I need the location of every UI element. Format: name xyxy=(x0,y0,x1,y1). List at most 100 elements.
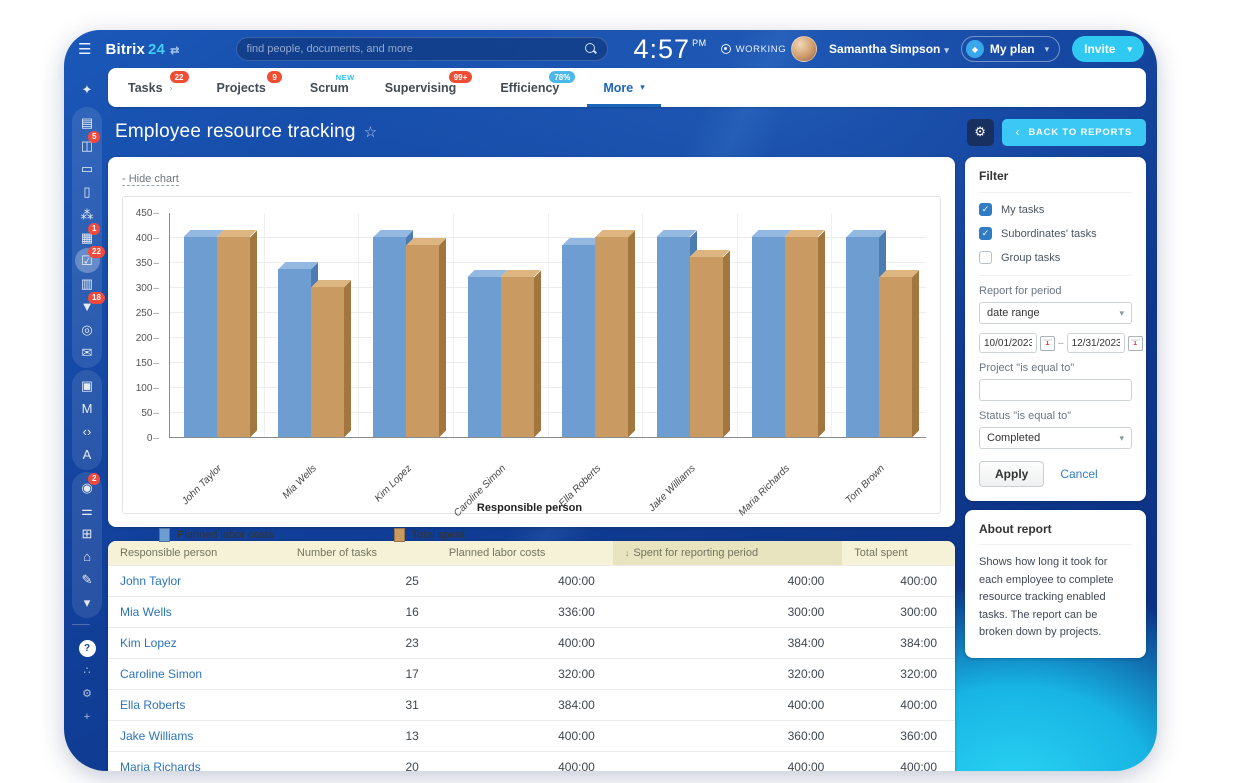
sidebar-item-developer-icon[interactable]: ‹› xyxy=(74,420,100,443)
tab-efficiency[interactable]: Efficiency78% xyxy=(500,68,559,107)
responsible-person-link[interactable]: Ella Roberts xyxy=(108,690,285,721)
tab-scrum[interactable]: ScrumNEW xyxy=(310,68,349,107)
chevron-right-icon: › xyxy=(170,83,173,93)
legend-label: Planned labor costs xyxy=(177,529,274,541)
bar-total-spent-mia-wells[interactable] xyxy=(311,287,344,437)
sidebar-item-messenger-icon[interactable]: ◫5 xyxy=(74,134,100,157)
sidebar-item-migration-icon[interactable]: M xyxy=(74,397,100,420)
bar-total-spent-ella-roberts[interactable] xyxy=(595,237,628,437)
developer-icon: ‹› xyxy=(83,425,92,438)
bar-planned-labor-costs-jake-williams[interactable] xyxy=(657,237,690,437)
bar-planned-labor-costs-ella-roberts[interactable] xyxy=(562,245,595,437)
column-header-responsible-person[interactable]: Responsible person xyxy=(108,541,285,566)
bar-total-spent-john-taylor[interactable] xyxy=(217,237,250,437)
bar-total-spent-kim-lopez[interactable] xyxy=(406,245,439,437)
tab-new-label: NEW xyxy=(336,73,355,82)
bar-planned-labor-costs-john-taylor[interactable] xyxy=(184,237,217,437)
filter-checkbox-group-tasks[interactable]: Group tasks xyxy=(979,251,1132,264)
responsible-person-link[interactable]: Mia Wells xyxy=(108,597,285,628)
sidebar-item-sign-icon[interactable]: ✎ xyxy=(74,568,100,591)
sidebar-item-sitemap-icon[interactable]: ∴ xyxy=(74,660,100,683)
sitemap-icon: ∴ xyxy=(84,666,91,677)
search-icon[interactable] xyxy=(585,43,597,55)
sidebar-item-settings-icon[interactable]: ⚙ xyxy=(74,683,100,706)
responsible-person-link[interactable]: John Taylor xyxy=(108,566,285,597)
tab-more[interactable]: More▾ xyxy=(603,68,644,107)
bar-total-spent-tom-brown[interactable] xyxy=(879,277,912,437)
sidebar-item-automation-letter-icon[interactable]: A xyxy=(74,443,100,466)
sidebar-item-store-icon[interactable]: ⌂ xyxy=(74,545,100,568)
status-select[interactable]: Completed▾ xyxy=(979,427,1132,449)
automation-letter-icon: A xyxy=(83,448,92,461)
bar-planned-labor-costs-mia-wells[interactable] xyxy=(278,269,311,437)
user-name[interactable]: Samantha Simpson▾ xyxy=(829,42,949,56)
tab-projects[interactable]: Projects9 xyxy=(217,68,266,107)
hamburger-menu-icon[interactable]: ☰ xyxy=(78,40,91,58)
period-select[interactable]: date range▾ xyxy=(979,302,1132,324)
cell-value: 400:00 xyxy=(437,566,613,597)
date-to-input[interactable] xyxy=(1067,333,1125,353)
bar-total-spent-jake-williams[interactable] xyxy=(690,257,723,437)
clock-widget[interactable]: 4:57 PM xyxy=(634,36,707,63)
apply-button[interactable]: Apply xyxy=(979,461,1044,487)
back-to-reports-button[interactable]: ‹ BACK TO REPORTS xyxy=(1002,119,1146,146)
sidebar-item-documents-icon[interactable]: ▯ xyxy=(74,180,100,203)
bar-total-spent-caroline-simon[interactable] xyxy=(501,277,534,437)
column-header-spent-for-reporting-period[interactable]: ↓Spent for reporting period xyxy=(613,541,842,566)
y-tick-label: 0 xyxy=(129,433,159,444)
sidebar-item-tasks-icon[interactable]: ☑22 xyxy=(74,249,100,272)
cell-value: 400:00 xyxy=(842,566,955,597)
tab-tasks[interactable]: Tasks22› xyxy=(128,68,173,107)
tab-supervising[interactable]: Supervising99+ xyxy=(385,68,457,107)
sidebar-item-marketing-icon[interactable]: ◎ xyxy=(74,318,100,341)
sidebar-item-mail-icon[interactable]: ✉ xyxy=(74,341,100,364)
responsible-person-link[interactable]: Maria Richards xyxy=(108,752,285,772)
checkbox-label: Subordinates' tasks xyxy=(1001,228,1097,240)
responsible-person-link[interactable]: Jake Williams xyxy=(108,721,285,752)
date-from-input[interactable] xyxy=(979,333,1037,353)
bar-planned-labor-costs-kim-lopez[interactable] xyxy=(373,237,406,437)
filter-checkbox-subordinates-tasks[interactable]: ✓Subordinates' tasks xyxy=(979,227,1132,240)
global-search[interactable] xyxy=(236,37,608,61)
sidebar-item-collapse-icon[interactable]: ▾ xyxy=(74,591,100,614)
sidebar-item-pulse-icon[interactable]: ✦ xyxy=(74,78,100,101)
sidebar-item-help-icon[interactable]: ? xyxy=(74,637,100,660)
sidebar-item-copilot-icon[interactable]: ◉2 xyxy=(74,476,100,499)
date-from-calendar-icon[interactable]: 1 xyxy=(1040,336,1055,351)
cell-value: 400:00 xyxy=(613,690,842,721)
workspace-switch-icon[interactable]: ⇄ xyxy=(170,45,179,57)
my-plan-button[interactable]: ◆ My plan ▾ xyxy=(961,36,1060,62)
user-avatar[interactable] xyxy=(791,36,817,62)
nav-tabs-bar: Tasks22› Projects9 ScrumNEW Supervising99+ E… xyxy=(108,68,1146,107)
invite-button[interactable]: Invite ▾ xyxy=(1072,36,1144,62)
column-header-total-spent[interactable]: Total spent xyxy=(842,541,955,566)
sidebar-item-sales-funnel-icon[interactable]: ▼18 xyxy=(74,295,100,318)
filter-checkbox-my-tasks[interactable]: ✓My tasks xyxy=(979,203,1132,216)
bar-planned-labor-costs-maria-richards[interactable] xyxy=(752,237,785,437)
bar-planned-labor-costs-caroline-simon[interactable] xyxy=(468,277,501,437)
sidebar-item-market-icon[interactable]: ▣ xyxy=(74,374,100,397)
sidebar-item-cart-icon[interactable]: ⊞ xyxy=(74,522,100,545)
y-tick-label: 450 xyxy=(129,208,159,219)
chart-category-zone: Jake Williams xyxy=(643,213,738,437)
column-header-planned-labor-costs[interactable]: Planned labor costs xyxy=(437,541,613,566)
date-to-calendar-icon[interactable]: 1 xyxy=(1128,336,1143,351)
project-input[interactable] xyxy=(979,379,1132,401)
sidebar-item-drive-icon[interactable]: ▭ xyxy=(74,157,100,180)
filter-title: Filter xyxy=(979,169,1132,193)
bar-planned-labor-costs-tom-brown[interactable] xyxy=(846,237,879,437)
hide-chart-link[interactable]: - Hide chart xyxy=(122,173,179,186)
favorite-star-icon[interactable]: ☆ xyxy=(364,123,377,141)
responsible-person-link[interactable]: Kim Lopez xyxy=(108,628,285,659)
sidebar-item-add-icon[interactable]: + xyxy=(74,706,100,729)
cell-value: 23 xyxy=(285,628,437,659)
status-label: WORKING xyxy=(736,44,787,55)
search-input[interactable] xyxy=(247,43,585,55)
column-header-number-of-tasks[interactable]: Number of tasks xyxy=(285,541,437,566)
working-status[interactable]: WORKING xyxy=(721,44,787,55)
cancel-link[interactable]: Cancel xyxy=(1060,467,1097,481)
responsible-person-link[interactable]: Caroline Simon xyxy=(108,659,285,690)
bar-total-spent-maria-richards[interactable] xyxy=(785,237,818,437)
sidebar-item-workflows-icon[interactable]: ⚌ xyxy=(74,499,100,522)
report-settings-button[interactable]: ⚙ xyxy=(967,119,994,146)
